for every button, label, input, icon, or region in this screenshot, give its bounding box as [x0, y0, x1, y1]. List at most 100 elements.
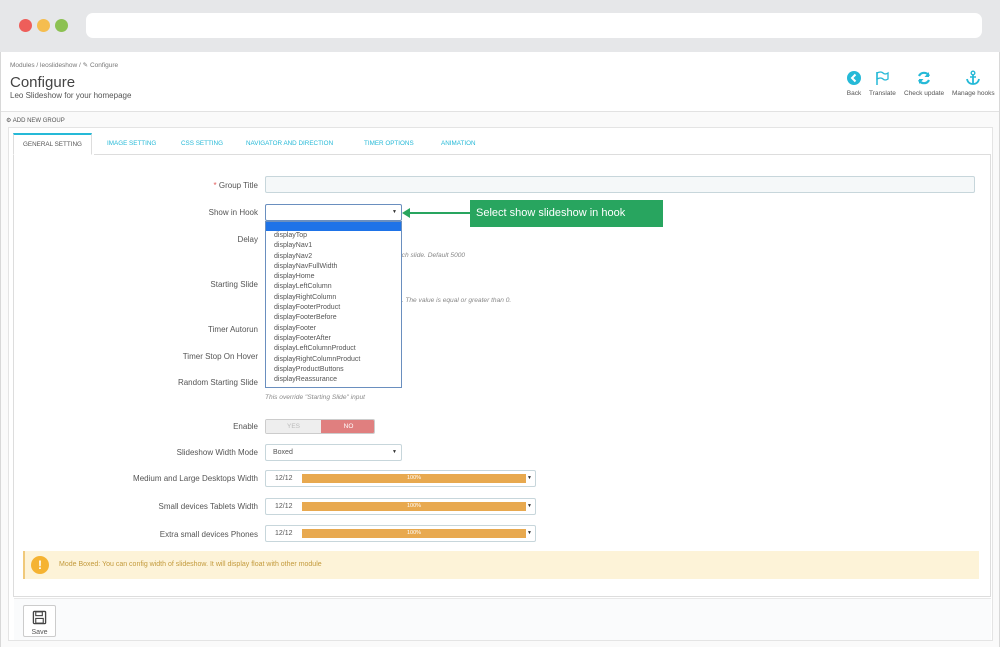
- minimize-window-dot[interactable]: [37, 19, 50, 32]
- tablet-width-percent: 100%: [406, 503, 422, 509]
- delay-label: Delay: [237, 235, 258, 244]
- warning-alert: ! Mode Boxed: You can config width of sl…: [23, 551, 979, 579]
- hook-option[interactable]: displayRightColumnProduct: [266, 355, 401, 365]
- tablet-width-value: 12/12: [275, 503, 293, 510]
- desktop-width-label: Medium and Large Desktops Width: [133, 474, 258, 483]
- tab-bar: GENERAL SETTING IMAGE SETTING CSS SETTIN…: [13, 133, 991, 155]
- hook-option[interactable]: displayFooter: [266, 324, 401, 334]
- page-header: Modules / leoslideshow / ✎ Configure Con…: [1, 52, 999, 112]
- random-starting-slide-label: Random Starting Slide: [177, 378, 258, 387]
- translate-label: Translate: [869, 90, 896, 97]
- panel-heading-text: ADD NEW GROUP: [12, 118, 65, 124]
- enable-label: Enable: [233, 422, 258, 431]
- breadcrumb-leoslideshow[interactable]: leoslideshow: [40, 62, 77, 69]
- close-window-dot[interactable]: [19, 19, 32, 32]
- hook-option[interactable]: displayRightColumn: [266, 293, 401, 303]
- chevron-down-icon: ▼: [392, 209, 397, 215]
- tab-image-setting[interactable]: IMAGE SETTING: [107, 133, 156, 155]
- enable-switch[interactable]: YES NO: [265, 419, 375, 434]
- tab-timer-options[interactable]: TIMER OPTIONS: [364, 133, 414, 155]
- maximize-window-dot[interactable]: [55, 19, 68, 32]
- panel-heading: ⚙ ADD NEW GROUP: [6, 117, 65, 124]
- chevron-down-icon: ▼: [527, 503, 532, 509]
- delay-help: ach slide. Default 5000: [398, 252, 466, 259]
- hook-option-empty-highlighted[interactable]: [266, 222, 401, 231]
- tablet-width-select[interactable]: 12/12 100% ▼: [265, 498, 536, 515]
- manage-hooks-label: Manage hooks: [952, 90, 995, 97]
- breadcrumb-separator: /: [36, 62, 39, 69]
- group-title-label-text: Group Title: [218, 181, 258, 190]
- desktop-width-bar: 100%: [302, 474, 526, 483]
- timer-stop-on-hover-label: Timer Stop On Hover: [182, 352, 258, 361]
- breadcrumb-configure: Configure: [89, 62, 119, 69]
- hook-option[interactable]: displayLeftColumnProduct: [266, 344, 401, 354]
- hook-option[interactable]: displayTop: [266, 231, 401, 241]
- phone-width-value: 12/12: [275, 530, 293, 537]
- chevron-down-icon: ▼: [392, 449, 397, 455]
- anchor-icon: [966, 70, 981, 85]
- hook-dropdown-list[interactable]: displayTop displayNav1 displayNav2 displ…: [265, 221, 402, 388]
- hook-option[interactable]: displayProductButtons: [266, 365, 401, 375]
- desktop-width-percent: 100%: [406, 475, 422, 481]
- hook-option[interactable]: displayFooterAfter: [266, 334, 401, 344]
- tab-animation[interactable]: ANIMATION: [441, 133, 476, 155]
- phone-width-bar: 100%: [302, 529, 526, 538]
- translate-button[interactable]: Translate: [869, 70, 896, 97]
- tab-navigator-and-direction[interactable]: NAVIGATOR AND DIRECTION: [246, 133, 333, 155]
- chevron-down-icon: ▼: [527, 530, 532, 536]
- check-update-button[interactable]: Check update: [904, 70, 944, 97]
- flag-icon: [876, 71, 890, 85]
- manage-hooks-button[interactable]: Manage hooks: [952, 70, 995, 97]
- save-label: Save: [31, 629, 48, 636]
- width-mode-value: Boxed: [273, 449, 293, 456]
- group-title-label: * Group Title: [214, 181, 259, 190]
- random-starting-slide-help: This override "Starting Slide" input: [265, 394, 365, 401]
- hook-option[interactable]: displayNav2: [266, 252, 401, 262]
- tab-general-setting[interactable]: GENERAL SETTING: [13, 133, 92, 155]
- check-update-label: Check update: [904, 90, 945, 97]
- chevron-down-icon: ▼: [527, 475, 532, 481]
- hook-option[interactable]: displayFooterBefore: [266, 313, 401, 323]
- page-subtitle: Leo Slideshow for your homepage: [10, 91, 132, 100]
- width-mode-select[interactable]: Boxed ▼: [265, 444, 402, 461]
- hook-option[interactable]: displayLeftColumn: [266, 282, 401, 292]
- tablet-width-bar: 100%: [302, 502, 526, 511]
- starting-slide-label: Starting Slide: [210, 280, 258, 289]
- hook-option[interactable]: displayNav1: [266, 241, 401, 251]
- show-in-hook-label: Show in Hook: [208, 208, 258, 217]
- breadcrumb-separator: /: [79, 62, 81, 69]
- hook-option[interactable]: displayHome: [266, 272, 401, 282]
- starting-slide-help: 0. The value is equal or greater than 0.: [398, 297, 512, 304]
- save-button[interactable]: Save: [23, 605, 56, 637]
- back-button[interactable]: Back: [846, 70, 862, 97]
- wrench-icon: ✎: [82, 62, 89, 69]
- breadcrumb: Modules / leoslideshow / ✎ Configure: [10, 61, 118, 69]
- warning-text: Mode Boxed: You can config width of slid…: [59, 561, 322, 568]
- back-label: Back: [846, 90, 862, 97]
- tab-css-setting[interactable]: CSS SETTING: [181, 133, 223, 155]
- timer-autorun-label: Timer Autorun: [208, 325, 258, 334]
- phone-width-percent: 100%: [406, 530, 422, 536]
- cogs-icon: ⚙: [6, 118, 12, 124]
- tablet-width-label: Small devices Tablets Width: [158, 502, 258, 511]
- desktop-width-value: 12/12: [275, 475, 293, 482]
- floppy-disk-icon: [32, 610, 47, 625]
- hook-option[interactable]: displayReassurance: [266, 375, 401, 385]
- refresh-icon: [918, 71, 931, 85]
- callout-arrow-line: [407, 212, 470, 214]
- enable-no-option[interactable]: NO: [321, 420, 374, 433]
- back-arrow-icon: [847, 71, 861, 85]
- phone-width-label: Extra small devices Phones: [159, 530, 258, 539]
- breadcrumb-modules[interactable]: Modules: [10, 62, 35, 69]
- desktop-width-select[interactable]: 12/12 100% ▼: [265, 470, 536, 487]
- required-mark: *: [213, 181, 217, 190]
- group-title-input[interactable]: [265, 176, 975, 193]
- show-in-hook-select[interactable]: ▼: [265, 204, 402, 221]
- enable-yes-option[interactable]: YES: [266, 420, 321, 433]
- phone-width-select[interactable]: 12/12 100% ▼: [265, 525, 536, 542]
- hook-option[interactable]: displayFooterProduct: [266, 303, 401, 313]
- arrow-left-icon: [402, 208, 410, 218]
- hook-option[interactable]: displayNavFullWidth: [266, 262, 401, 272]
- address-bar[interactable]: [86, 13, 982, 38]
- width-mode-label: Slideshow Width Mode: [176, 448, 258, 457]
